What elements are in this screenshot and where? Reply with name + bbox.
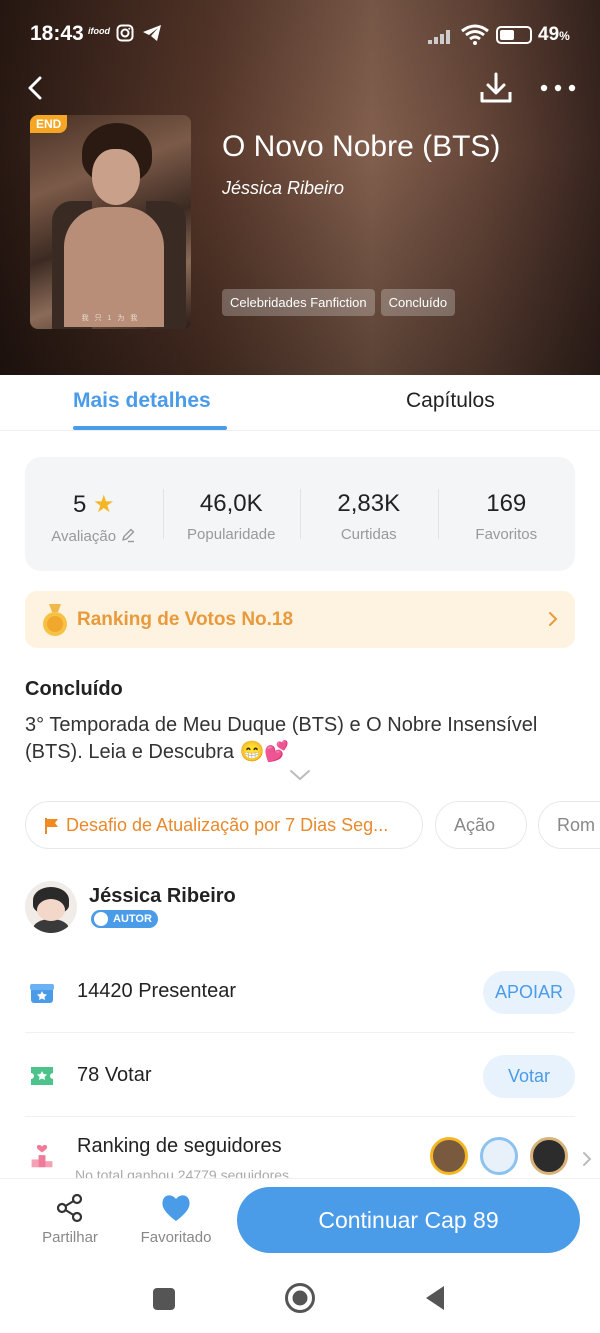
favorite-button[interactable]: Favoritado [138, 1193, 214, 1246]
edit-pencil-icon [122, 528, 135, 543]
flag-icon [45, 818, 58, 835]
author-avatar[interactable] [25, 881, 77, 933]
favorite-label: Favoritado [140, 1229, 212, 1246]
wifi-icon [461, 24, 489, 45]
share-button[interactable]: Partilhar [38, 1193, 102, 1246]
chevron-right-icon [583, 1152, 592, 1166]
bottom-action-bar: Partilhar Favoritado Continuar Cap 89 [0, 1178, 600, 1268]
share-label: Partilhar [42, 1229, 98, 1246]
tab-details[interactable]: Mais detalhes [73, 389, 211, 413]
status-bar: 18:43 ifood 49% [0, 0, 600, 70]
follower-avatar-3[interactable] [530, 1137, 568, 1175]
author-badge: AUTOR [91, 910, 158, 928]
medal-icon [43, 604, 67, 636]
favorites-label: Favoritos [475, 526, 538, 543]
stat-rating[interactable]: 5 ★ Avaliação [25, 457, 163, 571]
heart-icon [162, 1195, 190, 1221]
author-profile-row[interactable]: Jéssica Ribeiro AUTOR [25, 881, 575, 933]
completion-status: Concluído [25, 678, 123, 700]
vote-button[interactable]: Votar [483, 1055, 575, 1098]
back-nav-icon[interactable] [422, 1284, 448, 1312]
likes-label: Curtidas [340, 526, 397, 543]
follower-ranking-title: Ranking de seguidores [77, 1135, 282, 1157]
continue-reading-button[interactable]: Continuar Cap 89 [237, 1187, 580, 1253]
system-navigation-bar [0, 1268, 600, 1333]
follower-avatar-2[interactable] [480, 1137, 518, 1175]
ranking-text: Ranking de Votos No.18 [77, 609, 294, 630]
chip-romance[interactable]: Rom [538, 801, 600, 849]
author-name[interactable]: Jéssica Ribeiro [89, 885, 236, 908]
likes-value: 2,83K [337, 490, 401, 517]
tag-status[interactable]: Concluído [380, 289, 456, 316]
gift-row: 14420 Presentear APOIAR [25, 951, 575, 1033]
author-badge-icon [94, 912, 108, 926]
synopsis: 3° Temporada de Meu Duque (BTS) e O Nobr… [25, 714, 538, 763]
topic-chips: Desafio de Atualização por 7 Dias Seg...… [25, 801, 600, 851]
book-cover-image[interactable]: 我 只 1 为 我 [30, 115, 191, 329]
vote-row: 78 Votar Votar [25, 1035, 575, 1117]
rating-value: 5 [72, 491, 87, 518]
battery-icon [496, 26, 532, 44]
download-icon[interactable] [478, 70, 514, 106]
gift-icon [30, 984, 54, 1003]
back-arrow-icon[interactable] [22, 70, 50, 106]
gift-count-text: 14420 Presentear [77, 980, 237, 1002]
chip-acao[interactable]: Ação [435, 801, 527, 849]
expand-chevron-icon[interactable] [288, 768, 312, 782]
stats-panel: 5 ★ Avaliação 46,0K Popularidade 2,83K C… [25, 457, 575, 571]
recent-apps-icon[interactable] [151, 1286, 177, 1312]
popularity-value: 46,0K [199, 490, 263, 517]
top-followers [406, 1137, 596, 1181]
chip-update-challenge[interactable]: Desafio de Atualização por 7 Dias Seg... [25, 801, 423, 849]
battery-level: 49% [538, 24, 570, 45]
favorites-value: 169 [486, 490, 527, 517]
more-options-icon[interactable] [538, 76, 578, 100]
share-icon [56, 1193, 83, 1223]
vote-ranking-banner[interactable]: Ranking de Votos No.18 [25, 591, 575, 648]
vote-count-text: 78 Votar [77, 1064, 152, 1086]
status-time: 18:43 [30, 22, 84, 45]
home-icon[interactable] [284, 1282, 316, 1314]
stat-favorites: 169 Favoritos [437, 457, 576, 571]
rating-label: Avaliação [51, 528, 117, 545]
chevron-right-icon [549, 612, 558, 626]
signal-icon [428, 30, 450, 44]
vote-ticket-icon [31, 1067, 53, 1085]
cover-caption: 我 只 1 为 我 [81, 315, 140, 322]
book-title: O Novo Nobre (BTS) [222, 130, 501, 163]
star-icon: ★ [93, 491, 115, 518]
telegram-icon [143, 25, 161, 41]
support-button[interactable]: APOIAR [483, 971, 575, 1014]
follower-avatar-1[interactable] [430, 1137, 468, 1175]
active-tab-indicator [73, 426, 227, 430]
stat-popularity: 46,0K Popularidade [162, 457, 301, 571]
tag-genre[interactable]: Celebridades Fanfiction [222, 289, 375, 316]
ifood-notification-icon: ifood [88, 26, 110, 36]
ranking-podium-icon [31, 1144, 53, 1168]
tag-list: Celebridades Fanfiction Concluído [222, 289, 456, 316]
end-badge: END [30, 115, 68, 133]
top-bar [0, 66, 600, 110]
book-author[interactable]: Jéssica Ribeiro [222, 178, 344, 199]
tab-chapters[interactable]: Capítulos [406, 389, 495, 413]
stat-likes: 2,83K Curtidas [300, 457, 438, 571]
tab-bar: Mais detalhes Capítulos [0, 375, 600, 431]
book-detail-page: 18:43 ifood 49% 我 只 1 为 我 END O Novo Nob… [0, 0, 600, 1333]
instagram-icon [116, 24, 134, 42]
popularity-label: Popularidade [187, 526, 276, 543]
